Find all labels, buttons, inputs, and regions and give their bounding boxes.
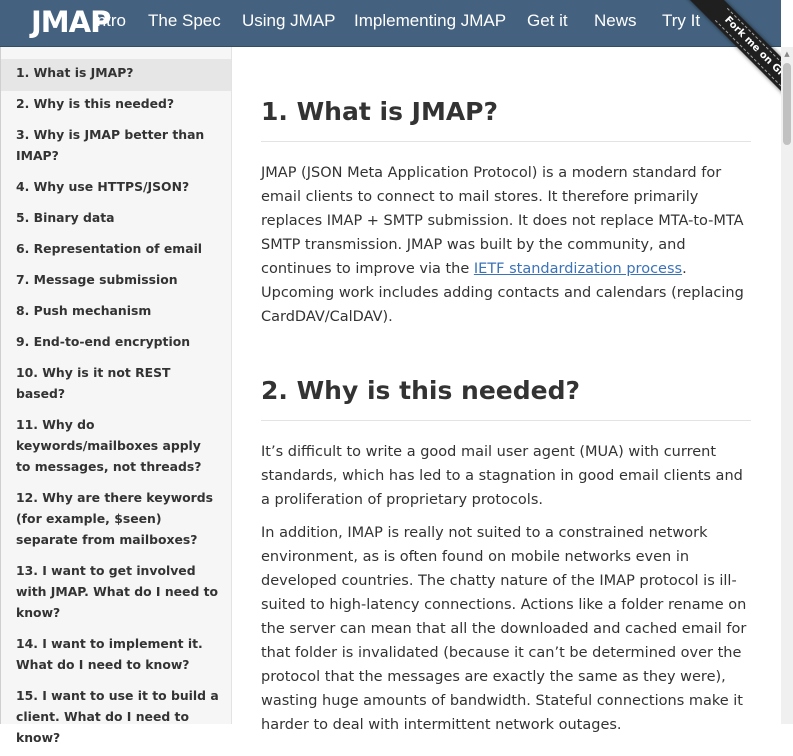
nav-get-it[interactable]: Get it <box>527 0 568 46</box>
toc-item-representation-of-email[interactable]: 6. Representation of email <box>1 236 231 267</box>
toc-item-keywords-separate[interactable]: 12. Why are there keywords (for example,… <box>1 485 231 558</box>
section-why-needed: 2. Why is this needed? It’s difficult to… <box>261 329 751 737</box>
nav-the-spec[interactable]: The Spec <box>148 0 221 46</box>
toc-item-get-involved[interactable]: 13. I want to get involved with JMAP. Wh… <box>1 558 231 631</box>
section-heading: 2. Why is this needed? <box>261 376 751 421</box>
toc-item-why-needed[interactable]: 2. Why is this needed? <box>1 91 231 122</box>
section-what-is-jmap: 1. What is JMAP? JMAP (JSON Meta Applica… <box>261 47 751 329</box>
toc-item-push-mechanism[interactable]: 8. Push mechanism <box>1 298 231 329</box>
nav-intro[interactable]: Intro <box>92 0 126 46</box>
toc-item-build-client[interactable]: 15. I want to use it to build a client. … <box>1 683 231 756</box>
nav-news[interactable]: News <box>594 0 637 46</box>
page-scrollbar[interactable]: ▲ <box>781 47 793 724</box>
nav-using-jmap[interactable]: Using JMAP <box>242 0 336 46</box>
ietf-link[interactable]: IETF standardization process <box>474 261 682 277</box>
toc-item-end-to-end-encryption[interactable]: 9. End-to-end encryption <box>1 329 231 360</box>
main-content: 1. What is JMAP? JMAP (JSON Meta Applica… <box>261 47 751 737</box>
toc-item-implement[interactable]: 14. I want to implement it. What do I ne… <box>1 631 231 683</box>
toc-item-not-rest[interactable]: 10. Why is it not REST based? <box>1 360 231 412</box>
scroll-up-icon[interactable]: ▲ <box>781 49 793 59</box>
scroll-thumb[interactable] <box>783 63 791 145</box>
section-paragraph: In addition, IMAP is really not suited t… <box>261 525 747 733</box>
toc-item-why-https-json[interactable]: 4. Why use HTTPS/JSON? <box>1 174 231 205</box>
section-paragraph: JMAP (JSON Meta Application Protocol) is… <box>261 161 751 329</box>
top-navbar: JMAP Intro The Spec Using JMAP Implement… <box>0 0 781 47</box>
sidebar-toc: 1. What is JMAP? 2. Why is this needed? … <box>0 47 232 745</box>
toc-item-binary-data[interactable]: 5. Binary data <box>1 205 231 236</box>
toc-item-message-submission[interactable]: 7. Message submission <box>1 267 231 298</box>
section-paragraph: It’s difficult to write a good mail user… <box>261 444 743 508</box>
toc-list: 1. What is JMAP? 2. Why is this needed? … <box>1 47 231 756</box>
toc-item-what-is-jmap[interactable]: 1. What is JMAP? <box>1 59 231 91</box>
toc-item-keywords-mailboxes[interactable]: 11. Why do keywords/mailboxes apply to m… <box>1 412 231 485</box>
section-heading: 1. What is JMAP? <box>261 97 751 142</box>
toc-item-why-better-than-imap[interactable]: 3. Why is JMAP better than IMAP? <box>1 122 231 174</box>
nav-implementing-jmap[interactable]: Implementing JMAP <box>354 0 506 46</box>
